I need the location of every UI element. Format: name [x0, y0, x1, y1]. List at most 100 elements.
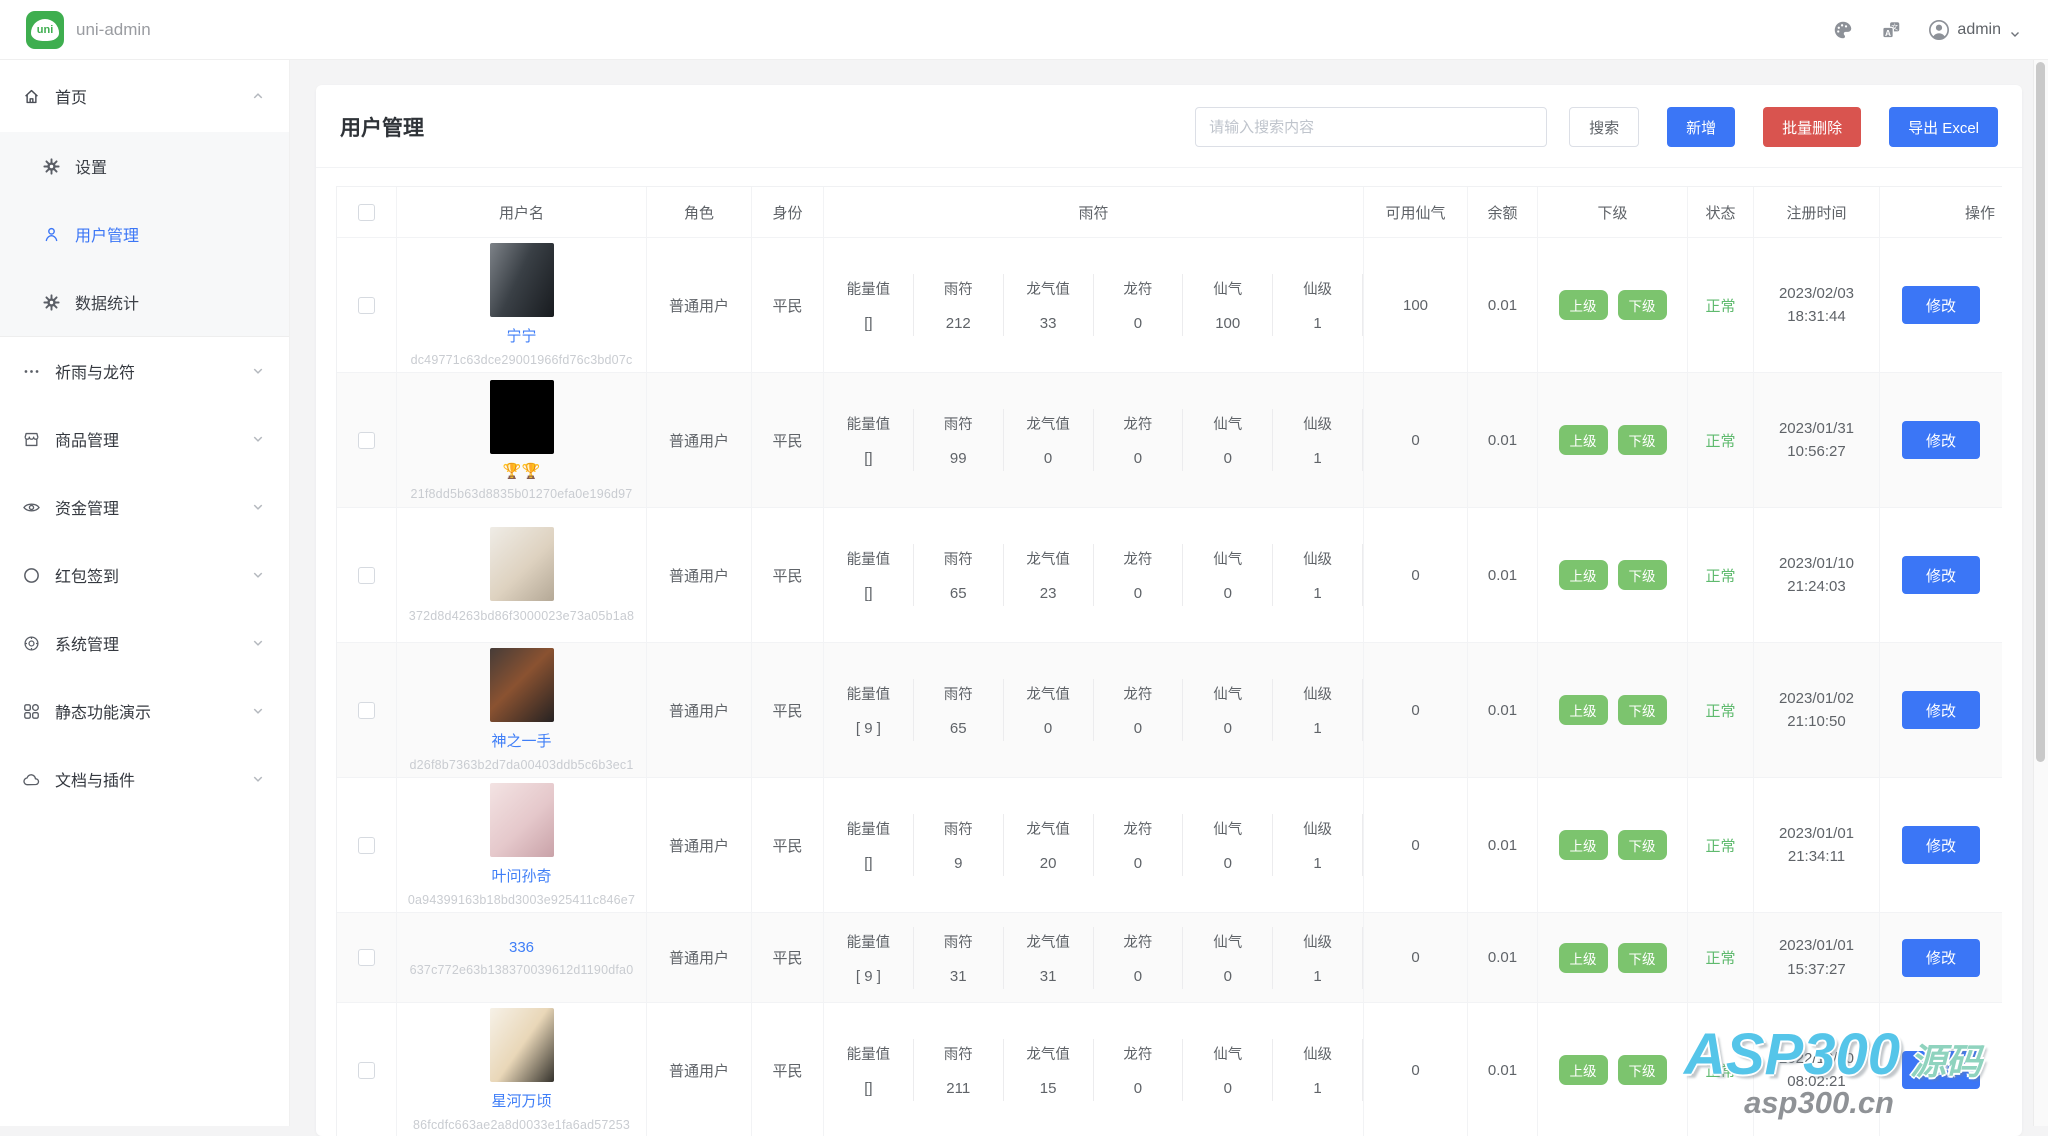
rain-stat: 仙级1 — [1273, 409, 1363, 471]
chevron-down-icon — [249, 702, 267, 720]
available-xianqi: 0 — [1364, 373, 1468, 507]
rain-stat: 龙气值20 — [1004, 814, 1094, 876]
sidebar-item-文档与插件[interactable]: 文档与插件 — [0, 745, 289, 813]
sidebar-item-静态功能演示[interactable]: 静态功能演示 — [0, 677, 289, 745]
parent-badge[interactable]: 上级 — [1559, 943, 1608, 973]
sidebar-item-用户管理[interactable]: 用户管理 — [0, 200, 289, 268]
available-xianqi: 0 — [1364, 1003, 1468, 1136]
palette-icon[interactable] — [1832, 19, 1854, 41]
rain-stat: 龙符0 — [1094, 814, 1184, 876]
row-checkbox[interactable] — [358, 949, 375, 966]
username-link[interactable]: 🏆🏆 — [503, 462, 540, 480]
search-button[interactable]: 搜索 — [1569, 107, 1639, 147]
user-table: 用户名 角色 身份 雨符 可用仙气 余额 下级 状态 注册时间 操作 宁宁 dc… — [336, 186, 2002, 1136]
username-link[interactable]: 叶问孙奇 — [491, 865, 551, 886]
batch-delete-button[interactable]: 批量删除 — [1763, 107, 1861, 147]
user-id: 372d8d4263bd86f3000023e73a05b1a8 — [409, 609, 634, 623]
parent-badge[interactable]: 上级 — [1559, 1055, 1608, 1085]
sidebar-item-数据统计[interactable]: 数据统计 — [0, 268, 289, 336]
card-header: 用户管理 搜索 新增 批量删除 导出 Excel — [316, 85, 2022, 168]
modify-button[interactable]: 修改 — [1902, 691, 1980, 729]
row-checkbox[interactable] — [358, 837, 375, 854]
child-badge[interactable]: 下级 — [1618, 290, 1667, 320]
parent-badge[interactable]: 上级 — [1559, 560, 1608, 590]
row-checkbox[interactable] — [358, 702, 375, 719]
row-checkbox[interactable] — [358, 297, 375, 314]
register-time-cell: 2023/01/31 10:56:27 — [1754, 373, 1880, 507]
modify-button[interactable]: 修改 — [1902, 556, 1980, 594]
available-xianqi: 0 — [1364, 643, 1468, 777]
scrollbar-thumb[interactable] — [2036, 62, 2045, 762]
user-menu[interactable]: admin — [1928, 19, 2022, 41]
rain-stat: 能量值[] — [824, 544, 914, 606]
circle-icon — [22, 566, 41, 585]
modify-button[interactable]: 修改 — [1902, 286, 1980, 324]
child-badge[interactable]: 下级 — [1618, 830, 1667, 860]
parent-badge[interactable]: 上级 — [1559, 695, 1608, 725]
register-clock: 15:37:27 — [1787, 958, 1845, 981]
status-text: 正常 — [1705, 835, 1735, 856]
user-id: 21f8dd5b63d8835b01270efa0e196d97 — [411, 487, 633, 501]
rain-stat: 仙级1 — [1273, 274, 1363, 336]
status-text: 正常 — [1705, 295, 1735, 316]
sidebar-item-设置[interactable]: 设置 — [0, 132, 289, 200]
action-cell: 修改 — [1880, 238, 2002, 372]
translate-icon[interactable]: 文A — [1880, 19, 1902, 41]
modify-button[interactable]: 修改 — [1902, 826, 1980, 864]
grid-icon — [22, 702, 41, 721]
parent-badge[interactable]: 上级 — [1559, 290, 1608, 320]
sidebar-item-祈雨与龙符[interactable]: 祈雨与龙符 — [0, 337, 289, 405]
user-role: 普通用户 — [647, 643, 752, 777]
child-badge[interactable]: 下级 — [1618, 560, 1667, 590]
header-username: 用户名 — [397, 187, 647, 237]
user-id: d26f8b7363b2d7da00403ddb5c6b3ec1 — [410, 758, 634, 772]
balance: 0.01 — [1468, 508, 1538, 642]
user-identity: 平民 — [752, 508, 824, 642]
sidebar-item-红包签到[interactable]: 红包签到 — [0, 541, 289, 609]
sidebar-item-资金管理[interactable]: 资金管理 — [0, 473, 289, 541]
add-button[interactable]: 新增 — [1667, 107, 1735, 147]
rain-stats-cell: 能量值[]雨符212龙气值33龙符0仙气100仙级1 — [824, 238, 1364, 372]
shop-icon — [22, 430, 41, 449]
username-link[interactable]: 336 — [509, 939, 534, 956]
child-badge[interactable]: 下级 — [1618, 695, 1667, 725]
parent-badge[interactable]: 上级 — [1559, 425, 1608, 455]
sidebar-item-home[interactable]: 首页 — [0, 60, 289, 132]
register-date: 2023/01/01 — [1779, 934, 1854, 957]
chevron-up-icon — [249, 87, 267, 105]
row-checkbox[interactable] — [358, 1062, 375, 1079]
register-date: 2023/01/10 — [1779, 552, 1854, 575]
rain-stat: 雨符31 — [914, 927, 1004, 989]
status-text: 正常 — [1705, 430, 1735, 451]
sidebar-item-商品管理[interactable]: 商品管理 — [0, 405, 289, 473]
rain-stats-cell: 能量值[]雨符99龙气值0龙符0仙气0仙级1 — [824, 373, 1364, 507]
export-excel-button[interactable]: 导出 Excel — [1889, 107, 1998, 147]
rain-stat: 仙级1 — [1273, 927, 1363, 989]
select-all-checkbox[interactable] — [358, 204, 375, 221]
parent-badge[interactable]: 上级 — [1559, 830, 1608, 860]
child-badge[interactable]: 下级 — [1618, 425, 1667, 455]
user-role: 普通用户 — [647, 373, 752, 507]
child-badge[interactable]: 下级 — [1618, 1055, 1667, 1085]
modify-button[interactable]: 修改 — [1902, 939, 1980, 977]
username-link[interactable]: 神之一手 — [491, 730, 551, 751]
user-cell: 🏆🏆 21f8dd5b63d8835b01270efa0e196d97 — [397, 373, 647, 507]
rain-stat: 能量值[ 9 ] — [824, 679, 914, 741]
modify-button[interactable]: 修改 — [1902, 421, 1980, 459]
content-card: 用户管理 搜索 新增 批量删除 导出 Excel 用户名 角色 身份 雨符 可用… — [316, 85, 2022, 1136]
row-checkbox[interactable] — [358, 432, 375, 449]
row-checkbox[interactable] — [358, 567, 375, 584]
rain-stat: 龙气值23 — [1004, 544, 1094, 606]
user-identity: 平民 — [752, 238, 824, 372]
search-input[interactable] — [1195, 107, 1547, 147]
username-link[interactable]: 宁宁 — [506, 325, 536, 346]
register-clock: 10:56:27 — [1787, 440, 1845, 463]
rain-stats-cell: 能量值[ 9 ]雨符65龙气值0龙符0仙气0仙级1 — [824, 643, 1364, 777]
child-badge[interactable]: 下级 — [1618, 943, 1667, 973]
modify-button[interactable]: 修改 — [1902, 1051, 1980, 1089]
rain-stat: 龙符0 — [1094, 1039, 1184, 1101]
user-cell: 宁宁 dc49771c63dce29001966fd76c3bd07c — [397, 238, 647, 372]
username-link[interactable]: 星河万顷 — [491, 1090, 551, 1111]
rain-stat: 能量值[] — [824, 814, 914, 876]
sidebar-item-系统管理[interactable]: 系统管理 — [0, 609, 289, 677]
